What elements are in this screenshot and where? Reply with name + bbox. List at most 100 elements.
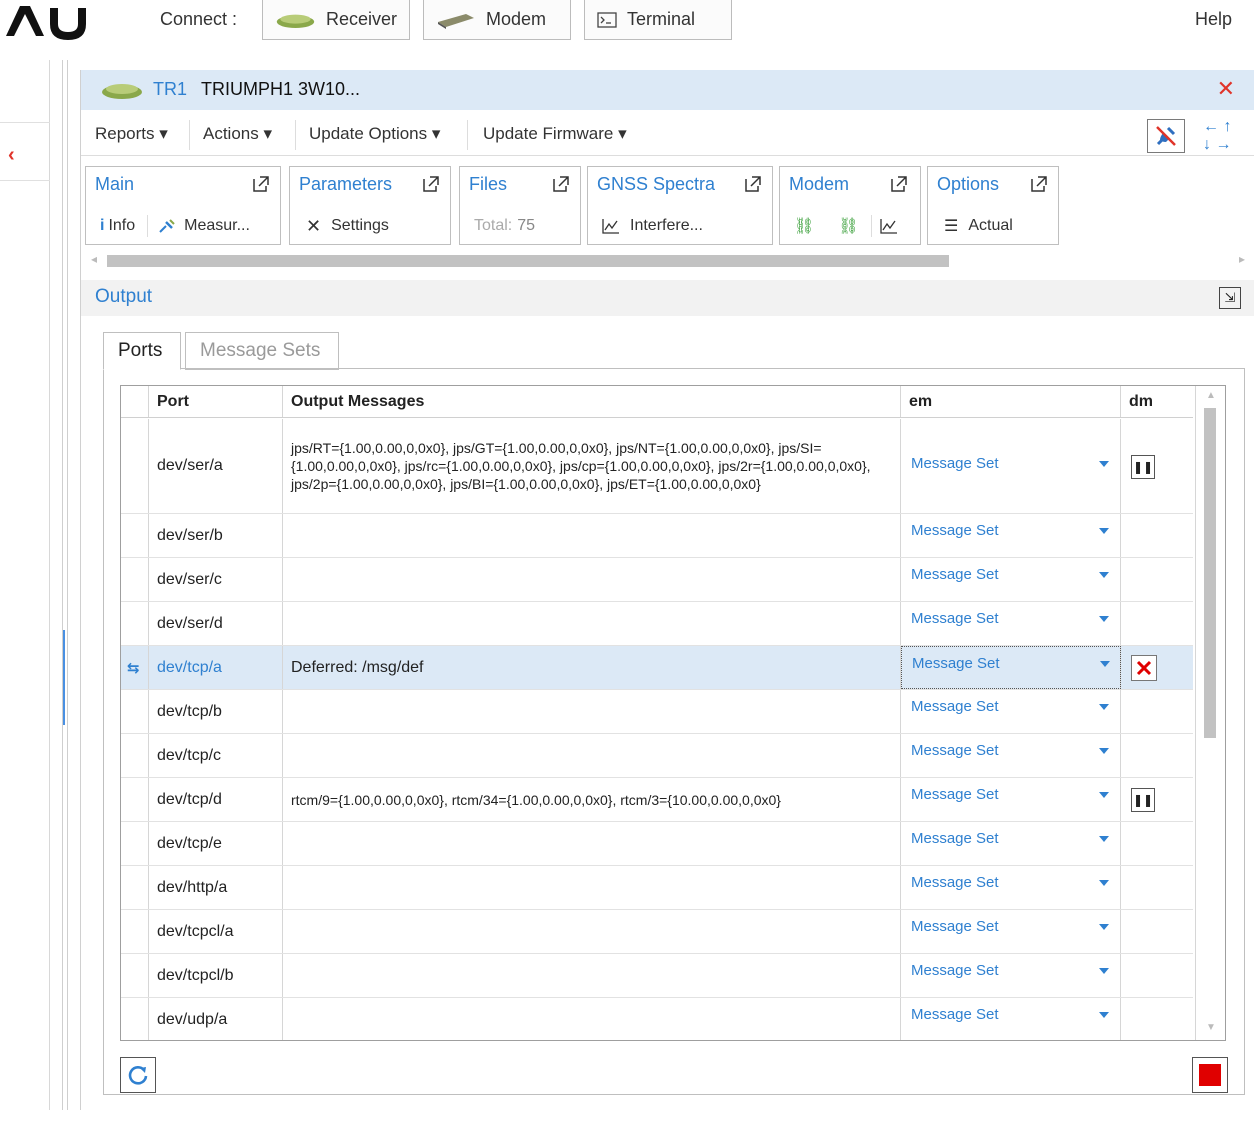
- chevron-down-icon[interactable]: [1099, 748, 1109, 754]
- port-cell[interactable]: dev/ser/d: [149, 602, 283, 645]
- help-link[interactable]: Help: [1195, 9, 1232, 30]
- close-icon[interactable]: ✕: [1217, 76, 1235, 102]
- chevron-down-icon[interactable]: [1100, 661, 1110, 667]
- settings-link[interactable]: Settings: [331, 217, 389, 235]
- column-header-port[interactable]: Port: [149, 386, 283, 417]
- menu-reports[interactable]: Reports ▾: [95, 124, 168, 144]
- em-message-set-dropdown[interactable]: Message Set: [901, 602, 1121, 645]
- table-row[interactable]: ⇆ dev/tcp/a Deferred: /msg/def Message Set: [121, 646, 1193, 690]
- em-message-set-dropdown[interactable]: Message Set: [901, 866, 1121, 909]
- panel-splitter[interactable]: [62, 60, 68, 1110]
- output-messages-cell[interactable]: [283, 558, 901, 601]
- chevron-down-icon[interactable]: [1099, 968, 1109, 974]
- scroll-left-icon[interactable]: ◂: [91, 252, 97, 266]
- pause-icon[interactable]: ❚❚: [1131, 454, 1155, 479]
- em-message-set-dropdown[interactable]: Message Set: [901, 419, 1121, 513]
- external-open-icon[interactable]: [252, 175, 270, 193]
- scroll-thumb[interactable]: [107, 255, 949, 267]
- pause-icon[interactable]: ❚❚: [1131, 788, 1155, 812]
- port-cell[interactable]: dev/tcpcl/b: [149, 954, 283, 997]
- chevron-down-icon[interactable]: [1099, 461, 1109, 467]
- em-message-set-dropdown[interactable]: Message Set: [901, 514, 1121, 557]
- external-open-icon[interactable]: [890, 175, 908, 193]
- chart-line-icon[interactable]: [879, 218, 898, 234]
- table-row[interactable]: dev/ser/c Message Set: [121, 558, 1193, 602]
- horizontal-scrollbar[interactable]: ◂ ▸: [89, 252, 1249, 268]
- table-row[interactable]: dev/tcp/e Message Set: [121, 822, 1193, 866]
- column-header-dm[interactable]: dm: [1121, 386, 1193, 417]
- output-messages-cell[interactable]: [283, 734, 901, 777]
- port-cell[interactable]: dev/tcp/e: [149, 822, 283, 865]
- output-messages-cell[interactable]: [283, 514, 901, 557]
- chevron-down-icon[interactable]: [1099, 792, 1109, 798]
- chevron-down-icon[interactable]: [1099, 924, 1109, 930]
- chevron-down-icon[interactable]: [1099, 572, 1109, 578]
- disconnect-button[interactable]: [1147, 119, 1185, 153]
- port-cell[interactable]: dev/tcpcl/a: [149, 910, 283, 953]
- link-connect-icon[interactable]: ⛓: [838, 216, 858, 236]
- output-messages-cell[interactable]: [283, 998, 901, 1040]
- splitter-grip[interactable]: [63, 630, 65, 725]
- tab-ports[interactable]: Ports: [103, 332, 181, 370]
- output-messages-cell[interactable]: [283, 690, 901, 733]
- port-cell[interactable]: dev/http/a: [149, 866, 283, 909]
- refresh-button[interactable]: [120, 1057, 156, 1093]
- connect-terminal-button[interactable]: Terminal: [584, 0, 732, 40]
- port-cell[interactable]: dev/ser/c: [149, 558, 283, 601]
- tab-message-sets[interactable]: Message Sets: [185, 332, 339, 370]
- chevron-down-icon[interactable]: [1099, 836, 1109, 842]
- output-messages-cell[interactable]: [283, 910, 901, 953]
- output-messages-cell[interactable]: [283, 822, 901, 865]
- remove-icon[interactable]: [1131, 655, 1157, 681]
- table-row[interactable]: dev/tcpcl/a Message Set: [121, 910, 1193, 954]
- interference-link[interactable]: Interfere...: [630, 217, 703, 235]
- em-message-set-dropdown[interactable]: Message Set: [901, 778, 1121, 821]
- card-parameters[interactable]: Parameters ✕ Settings: [289, 166, 451, 245]
- collapse-left-icon[interactable]: ‹: [8, 144, 15, 167]
- table-row[interactable]: dev/tcpcl/b Message Set: [121, 954, 1193, 998]
- em-message-set-dropdown[interactable]: Message Set: [901, 646, 1121, 689]
- menu-update-options[interactable]: Update Options ▾: [309, 124, 440, 144]
- table-row[interactable]: dev/udp/a Message Set: [121, 998, 1193, 1040]
- em-message-set-dropdown[interactable]: Message Set: [901, 910, 1121, 953]
- port-cell[interactable]: dev/tcp/b: [149, 690, 283, 733]
- port-cell[interactable]: dev/tcp/c: [149, 734, 283, 777]
- output-messages-cell[interactable]: rtcm/9={1.00,0.00,0,0x0}, rtcm/34={1.00,…: [283, 778, 901, 821]
- external-open-icon[interactable]: [422, 175, 440, 193]
- table-row[interactable]: dev/ser/d Message Set: [121, 602, 1193, 646]
- table-row[interactable]: dev/http/a Message Set: [121, 866, 1193, 910]
- port-cell[interactable]: dev/udp/a: [149, 998, 283, 1040]
- table-row[interactable]: dev/ser/a jps/RT={1.00,0.00,0,0x0}, jps/G…: [121, 419, 1193, 514]
- em-message-set-dropdown[interactable]: Message Set: [901, 998, 1121, 1040]
- info-link[interactable]: Info: [108, 217, 135, 235]
- card-modem[interactable]: Modem ⛓ ⛓: [779, 166, 921, 245]
- em-message-set-dropdown[interactable]: Message Set: [901, 734, 1121, 777]
- menu-actions[interactable]: Actions ▾: [203, 124, 272, 144]
- em-message-set-dropdown[interactable]: Message Set: [901, 690, 1121, 733]
- minimize-icon[interactable]: ⇲: [1219, 287, 1241, 309]
- table-row[interactable]: dev/tcp/c Message Set: [121, 734, 1193, 778]
- column-header-em[interactable]: em: [901, 386, 1121, 417]
- output-messages-cell[interactable]: Deferred: /msg/def: [283, 646, 901, 689]
- scroll-right-icon[interactable]: ▸: [1239, 252, 1245, 266]
- link-icon[interactable]: ⛓: [794, 216, 814, 236]
- external-open-icon[interactable]: [744, 175, 762, 193]
- em-message-set-dropdown[interactable]: Message Set: [901, 822, 1121, 865]
- external-open-icon[interactable]: [552, 175, 570, 193]
- port-cell[interactable]: dev/ser/a: [149, 419, 283, 513]
- actual-link[interactable]: Actual: [968, 217, 1012, 235]
- card-main[interactable]: Main i Info Measur...: [85, 166, 281, 245]
- chevron-down-icon[interactable]: [1099, 880, 1109, 886]
- connect-modem-button[interactable]: Modem: [423, 0, 571, 40]
- port-cell[interactable]: dev/tcp/d: [149, 778, 283, 821]
- table-row[interactable]: dev/tcp/d rtcm/9={1.00,0.00,0,0x0}, rtcm/…: [121, 778, 1193, 822]
- chevron-down-icon[interactable]: [1099, 1012, 1109, 1018]
- output-messages-cell[interactable]: [283, 866, 901, 909]
- card-options[interactable]: Options ☰ Actual: [927, 166, 1059, 245]
- scroll-thumb[interactable]: [1204, 408, 1216, 738]
- menu-update-firmware[interactable]: Update Firmware ▾: [483, 124, 627, 144]
- port-cell[interactable]: dev/tcp/a: [149, 646, 283, 689]
- chevron-down-icon[interactable]: [1099, 704, 1109, 710]
- chevron-down-icon[interactable]: [1099, 528, 1109, 534]
- em-message-set-dropdown[interactable]: Message Set: [901, 954, 1121, 997]
